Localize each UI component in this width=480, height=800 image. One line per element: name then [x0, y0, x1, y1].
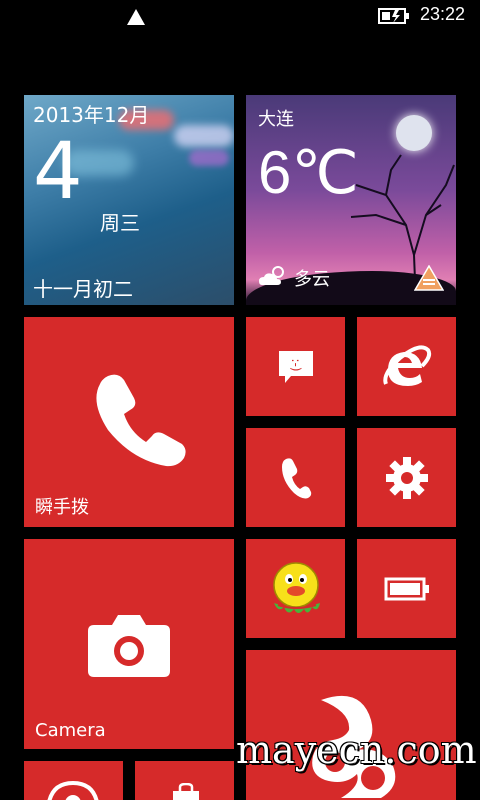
uc-browser-tile[interactable]: [246, 650, 456, 800]
bottom-tile-1[interactable]: [24, 761, 123, 800]
battery-charging-icon: [378, 8, 409, 24]
signal-icon: [127, 9, 145, 25]
battery-saver-tile[interactable]: [357, 539, 456, 638]
status-bar: 23:22: [0, 0, 480, 32]
internet-explorer-tile[interactable]: [357, 317, 456, 416]
settings-tile[interactable]: [357, 428, 456, 527]
weather-city: 大连: [258, 109, 294, 130]
app-icon: [47, 781, 99, 800]
gear-icon: [385, 456, 428, 499]
speed-dial-tile[interactable]: 瞬手拨: [24, 317, 234, 527]
phone-icon: [281, 457, 311, 498]
internet-explorer-icon: [382, 344, 431, 386]
messaging-icon: :-): [278, 350, 313, 383]
partly-cloudy-night-icon: [259, 266, 284, 285]
weather-alert-icon: [414, 265, 444, 291]
clock: 23:22: [420, 4, 466, 24]
svg-text::-): :-): [289, 358, 303, 371]
camera-icon: [88, 615, 170, 677]
calendar-lunar-date: 十一月初二: [33, 277, 133, 301]
speed-dial-label: 瞬手拨: [35, 497, 89, 518]
camera-label: Camera: [35, 720, 106, 741]
phone-keypad-icon: [96, 374, 186, 467]
battery-icon: [384, 577, 429, 600]
weather-temperature: 6℃: [258, 139, 359, 206]
weather-tile[interactable]: 大连 6℃ 多云: [246, 95, 456, 305]
messaging-tile[interactable]: :-): [246, 317, 345, 416]
camera-tile[interactable]: Camera: [24, 539, 234, 749]
calendar-weekday: 周三: [100, 211, 140, 235]
calendar-tile[interactable]: 2013年12月 4 周三 十一月初二: [24, 95, 234, 305]
watermark: mayecn.com: [236, 728, 477, 772]
store-bag-icon: [173, 783, 199, 800]
weather-condition: 多云: [294, 269, 330, 290]
qq-octopus-icon: [272, 561, 320, 613]
qq-tile[interactable]: [246, 539, 345, 638]
calendar-day: 4: [33, 127, 83, 217]
bottom-tile-2[interactable]: [135, 761, 234, 800]
calendar-year-month: 2013年12月: [33, 103, 150, 127]
phone-tile[interactable]: [246, 428, 345, 527]
